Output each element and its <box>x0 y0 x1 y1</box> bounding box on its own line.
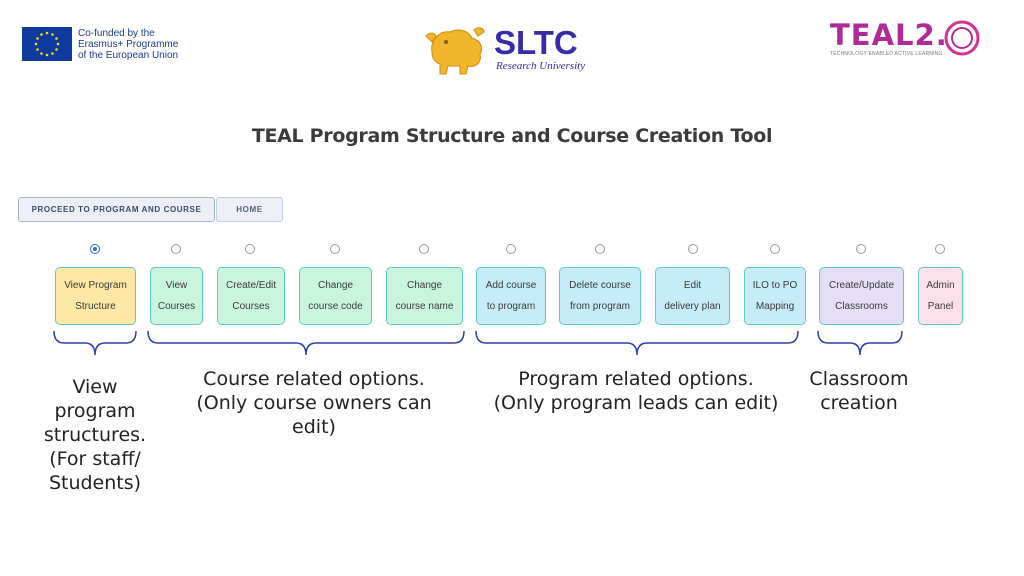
option-label: Classrooms <box>835 301 888 312</box>
option-label: Panel <box>927 301 954 312</box>
option-label: from program <box>569 301 630 312</box>
option-label: Create/Update <box>828 280 895 291</box>
option-label: View <box>165 280 188 291</box>
teal2-logo: TEAL2. TECHNOLOGY ENABLED ACTIVE LEARNIN… <box>830 20 982 58</box>
teal2-wordmark: TEAL2. <box>830 18 948 52</box>
caption-program-related-options: Program related options. (Only program l… <box>478 367 794 415</box>
option-create-edit-courses[interactable]: Create/Edit Courses <box>217 267 285 325</box>
home-button[interactable]: HOME <box>216 197 283 222</box>
radio-add-course-to-program[interactable] <box>506 244 516 254</box>
caption-line: View <box>72 376 118 398</box>
radio-admin-panel[interactable] <box>935 244 945 254</box>
option-label: Admin <box>926 280 955 291</box>
option-label: View Program <box>64 280 127 291</box>
caption-line: Classroom <box>809 368 909 390</box>
option-label: Edit <box>683 280 702 291</box>
caption-line: creation <box>820 392 898 414</box>
caption-line: program <box>54 400 136 422</box>
caption-line: structures. <box>43 424 147 446</box>
option-label: Structure <box>75 301 116 312</box>
teal2-tagline: TECHNOLOGY ENABLED ACTIVE LEARNING <box>830 51 943 57</box>
proceed-to-program-and-course-button[interactable]: PROCEED TO PROGRAM AND COURSE <box>18 197 215 222</box>
option-label: Change <box>406 280 443 291</box>
radio-edit-delivery-plan[interactable] <box>688 244 698 254</box>
option-label: course code <box>308 301 363 312</box>
caption-line: Course related options. <box>203 368 425 390</box>
radio-ilo-to-po-mapping[interactable] <box>770 244 780 254</box>
option-edit-delivery-plan[interactable]: Edit delivery plan <box>655 267 730 325</box>
option-delete-course-from-program[interactable]: Delete course from program <box>559 267 641 325</box>
option-label: Add course <box>485 280 537 291</box>
option-add-course-to-program[interactable]: Add course to program <box>476 267 546 325</box>
caption-line: edit) <box>292 416 336 438</box>
option-label: Mapping <box>755 301 795 312</box>
radio-change-course-name[interactable] <box>419 244 429 254</box>
teal2-ring-icon <box>944 20 980 56</box>
option-label: Courses <box>157 301 196 312</box>
brace-view-group <box>53 330 137 356</box>
radio-create-update-classrooms[interactable] <box>856 244 866 254</box>
caption-line: Students) <box>48 472 142 494</box>
caption-line: (For staff/ <box>49 448 141 470</box>
brace-program-group <box>475 330 799 356</box>
sltc-name: SLTC <box>494 24 578 61</box>
option-label: Courses <box>232 301 270 312</box>
sltc-logo: SLTC Research University <box>424 22 585 76</box>
radio-view-program-structure[interactable] <box>90 244 100 254</box>
radio-view-courses[interactable] <box>171 244 181 254</box>
eu-erasmus-logo: Co-funded by the Erasmus+ Programme of t… <box>22 27 178 61</box>
eu-text-line: of the European Union <box>78 49 179 61</box>
radio-delete-course-from-program[interactable] <box>595 244 605 254</box>
brace-course-group <box>147 330 465 356</box>
eu-text-line: Co-funded by the <box>78 27 155 39</box>
option-label: ILO to PO <box>752 280 798 291</box>
option-label: to program <box>486 301 536 312</box>
page-title: TEAL Program Structure and Course Creati… <box>251 125 773 147</box>
option-view-courses[interactable]: View Courses <box>150 267 203 325</box>
lion-emblem-icon <box>425 27 485 75</box>
eu-funding-text: Co-funded by the Erasmus+ Programme of t… <box>78 28 178 61</box>
sltc-subtitle: Research University <box>496 60 586 72</box>
option-label: Create/Edit <box>225 280 277 291</box>
option-change-course-code[interactable]: Change course code <box>299 267 372 325</box>
option-label: Change <box>317 280 354 291</box>
option-admin-panel[interactable]: Admin Panel <box>918 267 963 325</box>
caption-line: (Only course owners can <box>196 392 432 414</box>
caption-line: Program related options. <box>518 368 754 390</box>
option-label: course name <box>395 301 454 312</box>
eu-flag-icon <box>22 27 72 61</box>
radio-create-edit-courses[interactable] <box>245 244 255 254</box>
caption-view-program-structures: View program structures. (For staff/ Stu… <box>30 375 160 495</box>
brace-classroom-group <box>817 330 903 356</box>
caption-line: (Only program leads can edit) <box>493 392 779 414</box>
caption-course-related-options: Course related options. (Only course own… <box>174 367 454 439</box>
radio-change-course-code[interactable] <box>330 244 340 254</box>
option-change-course-name[interactable]: Change course name <box>386 267 463 325</box>
option-view-program-structure[interactable]: View Program Structure <box>55 267 136 325</box>
option-label: delivery plan <box>664 301 721 312</box>
option-label: Delete course <box>569 280 631 291</box>
option-ilo-to-po-mapping[interactable]: ILO to PO Mapping <box>744 267 806 325</box>
option-create-update-classrooms[interactable]: Create/Update Classrooms <box>819 267 904 325</box>
eu-text-line: Erasmus+ Programme <box>78 38 179 50</box>
caption-classroom-creation: Classroom creation <box>796 367 922 415</box>
